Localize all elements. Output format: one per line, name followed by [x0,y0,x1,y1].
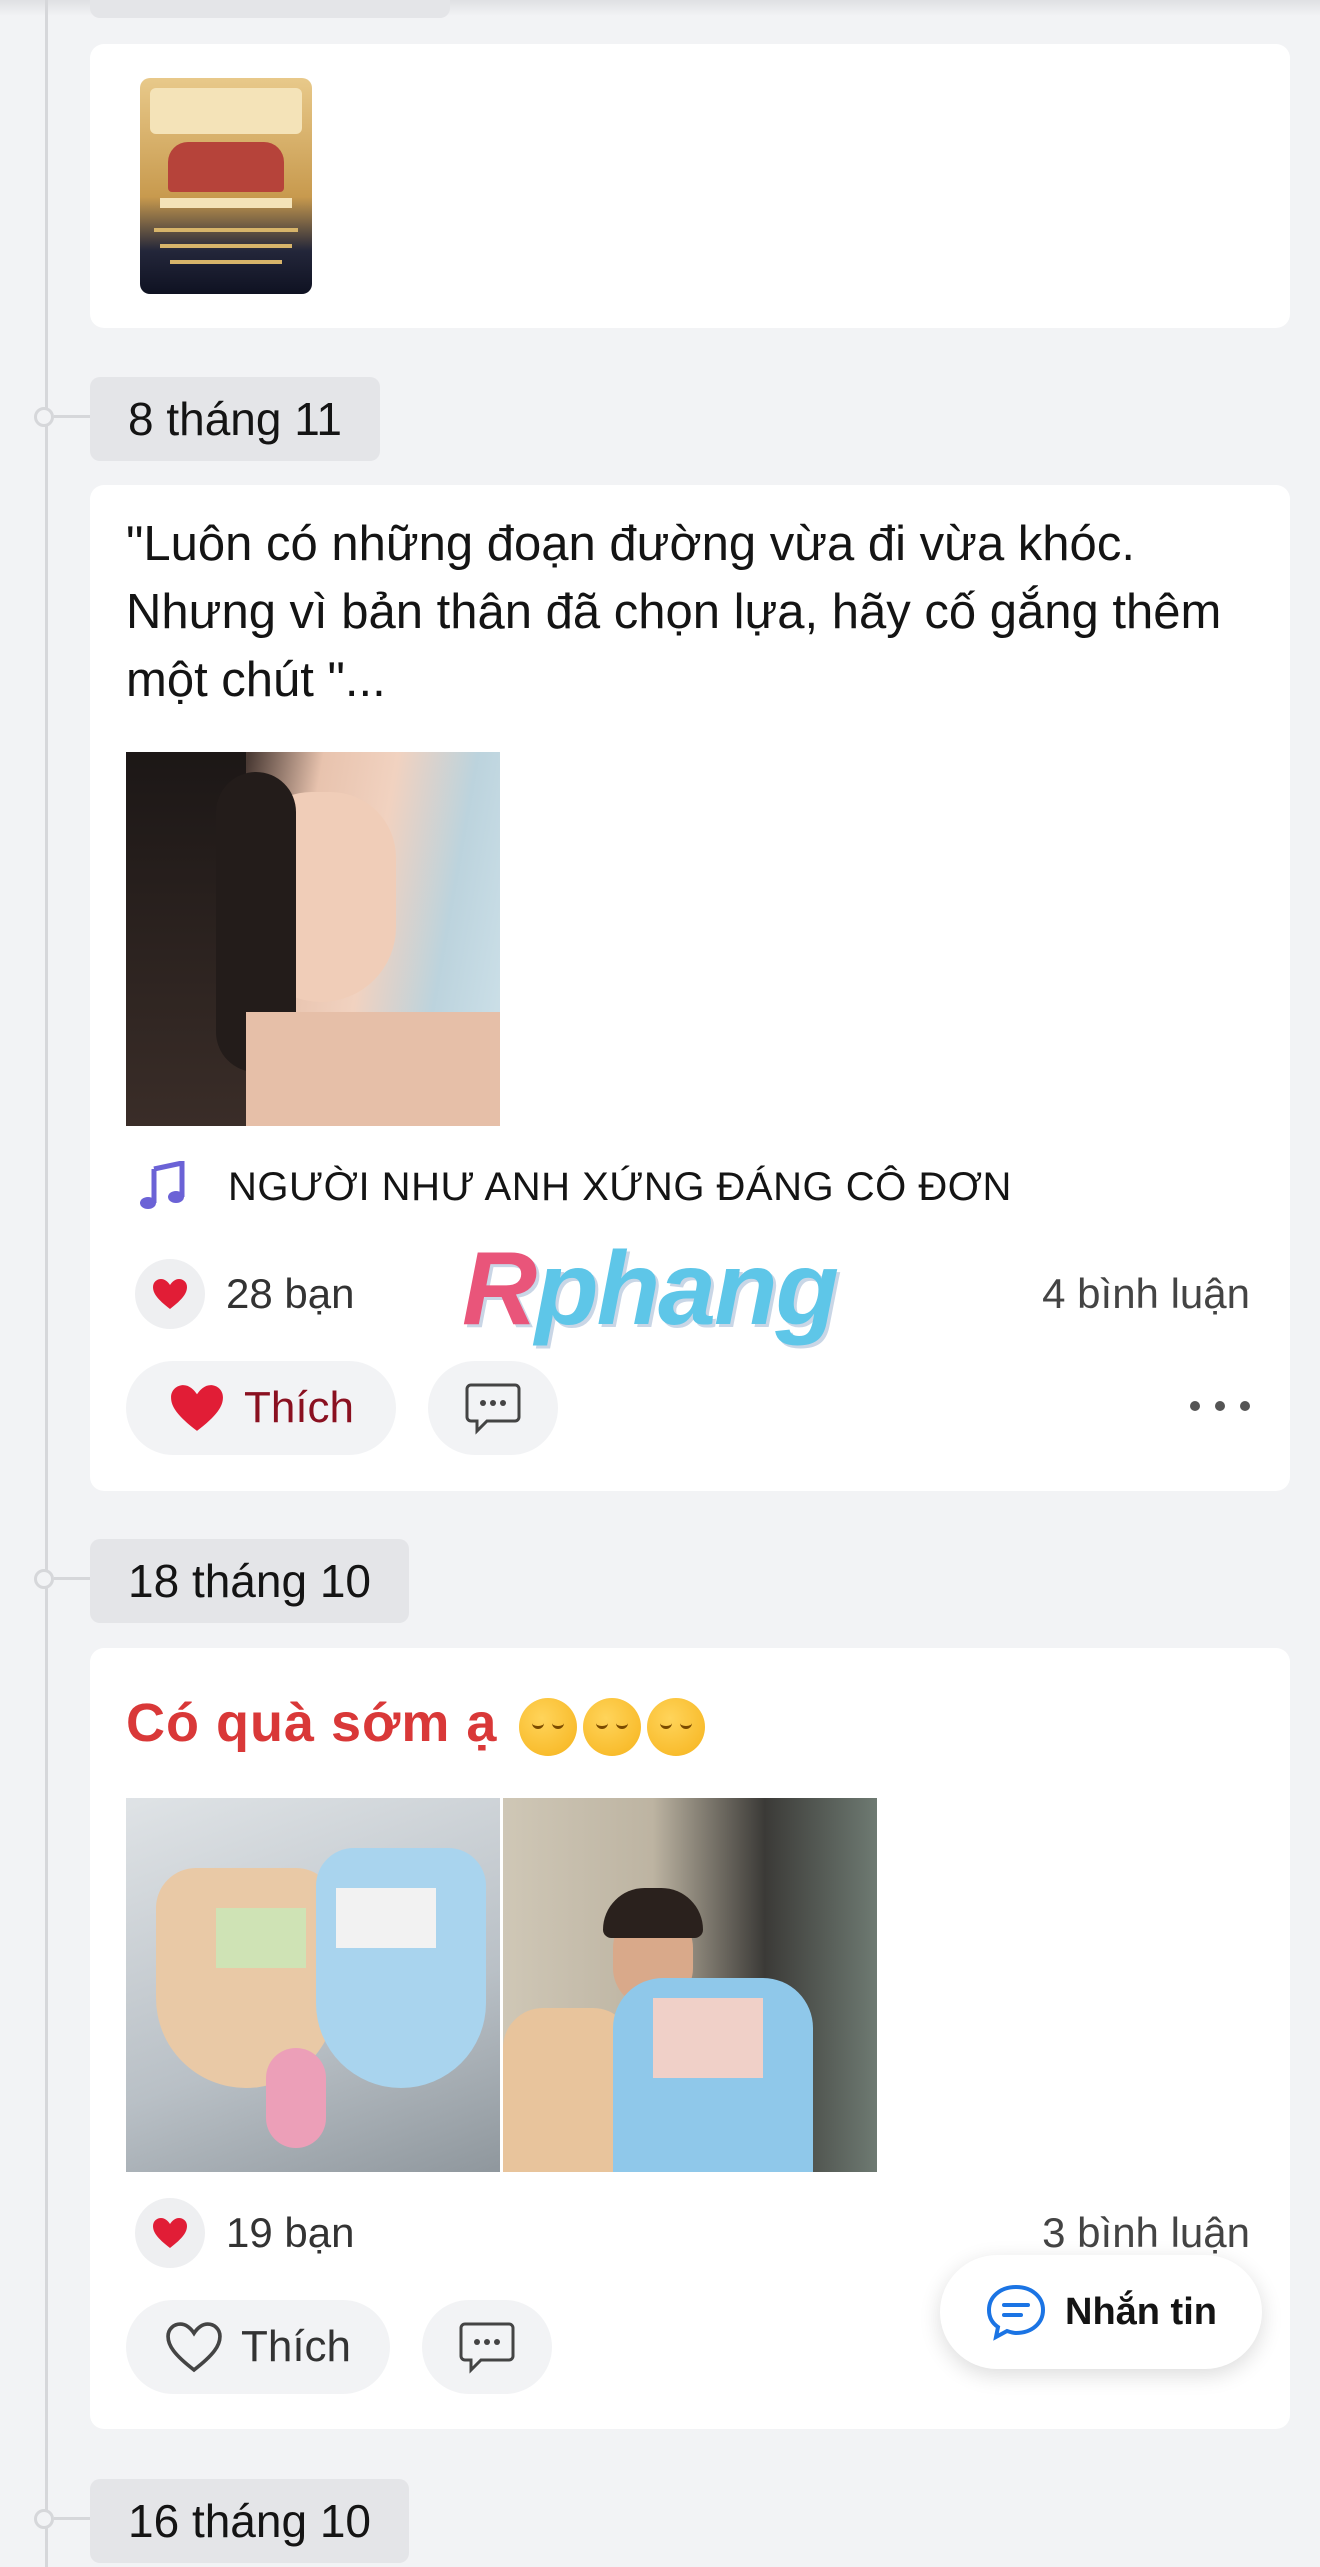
teachers-day-poster-image[interactable] [140,78,312,294]
post-photo-girl-bouquets[interactable] [503,1798,877,2172]
date-chip: 8 tháng 11 [90,377,381,461]
post-text: "Luôn có những đoạn đường vừa đi vừa khó… [126,517,1222,707]
reaction-badge[interactable] [135,2198,205,2268]
date-chip: 16 tháng 10 [90,2479,410,2563]
post-title-text: Có quà sớm ạ [126,1693,498,1753]
comment-icon [459,2322,515,2374]
music-attachment[interactable]: NGƯỜI NHƯ ANH XỨNG ĐÁNG CÔ ĐƠN [136,1152,1012,1222]
music-note-icon [140,1161,185,1209]
comment-icon [465,1383,521,1435]
like-button[interactable]: Thích [126,2300,390,2394]
music-title: NGƯỜI NHƯ ANH XỨNG ĐÁNG CÔ ĐƠN [228,1164,1012,1209]
timeline-dot [34,407,54,427]
reaction-count[interactable]: 28 bạn [226,1259,354,1329]
reaction-count[interactable]: 19 bạn [226,2198,354,2268]
chat-bubble-icon [986,2284,1046,2341]
more-options-icon[interactable] [1190,1386,1250,1426]
post-title: Có quà sớm ạ [126,1686,706,1760]
message-button[interactable]: Nhắn tin [940,2255,1262,2369]
like-label: Thích [240,2322,352,2371]
watermark-letter: R [462,1231,537,1347]
heart-filled-icon [171,1385,223,1431]
top-tab-edge [90,0,450,18]
smiling-face-emoji-icon [647,1697,706,1756]
post-photo-bouquets[interactable] [126,1798,500,2172]
smiling-face-emoji-icon [583,1697,642,1756]
timeline-dot [34,2509,54,2529]
like-button[interactable]: Thích [126,1361,396,1455]
watermark-text: phang [535,1231,839,1347]
comment-count[interactable]: 4 bình luận [950,1259,1250,1329]
comment-button[interactable] [422,2300,552,2394]
timeline-dot [34,1569,54,1589]
watermark-logo: Rphang [462,1230,839,1349]
date-chip: 18 tháng 10 [90,1539,410,1623]
reaction-badge[interactable] [135,1259,205,1329]
timeline-tick [54,2517,90,2520]
post-card-top[interactable] [90,44,1290,328]
timeline-tick [54,415,90,418]
like-label: Thích [243,1383,355,1432]
post-photo[interactable] [126,752,500,1126]
comment-button[interactable] [428,1361,558,1455]
heart-icon [153,2218,187,2248]
timeline-tick [54,1577,90,1580]
message-button-label: Nhắn tin [1065,2290,1217,2333]
smiling-face-emoji-icon [519,1697,578,1756]
heart-outline-icon [166,2322,222,2373]
heart-icon [153,1279,187,1309]
timeline-line [45,0,48,2567]
